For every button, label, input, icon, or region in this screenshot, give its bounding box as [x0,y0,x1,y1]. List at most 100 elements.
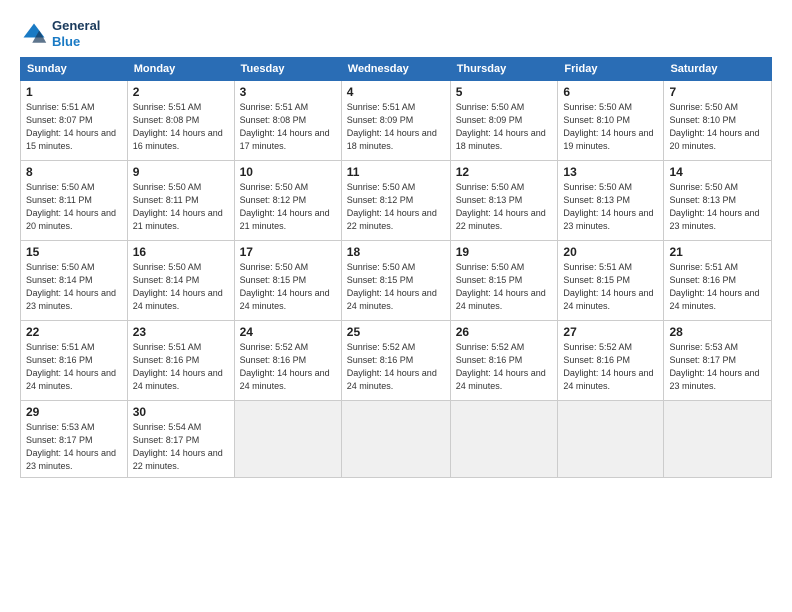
day-info: Sunrise: 5:51 AMSunset: 8:08 PMDaylight:… [240,101,336,153]
day-number: 28 [669,325,766,339]
day-info: Sunrise: 5:50 AMSunset: 8:14 PMDaylight:… [26,261,122,313]
day-number: 23 [133,325,229,339]
day-number: 5 [456,85,553,99]
day-number: 11 [347,165,445,179]
day-number: 25 [347,325,445,339]
table-row: 15 Sunrise: 5:50 AMSunset: 8:14 PMDaylig… [21,241,128,321]
day-number: 20 [563,245,658,259]
table-row: 25 Sunrise: 5:52 AMSunset: 8:16 PMDaylig… [341,321,450,401]
day-number: 15 [26,245,122,259]
table-row: 17 Sunrise: 5:50 AMSunset: 8:15 PMDaylig… [234,241,341,321]
day-number: 9 [133,165,229,179]
header: General Blue [20,18,772,49]
day-info: Sunrise: 5:51 AMSunset: 8:15 PMDaylight:… [563,261,658,313]
day-number: 22 [26,325,122,339]
table-row: 2 Sunrise: 5:51 AMSunset: 8:08 PMDayligh… [127,81,234,161]
day-info: Sunrise: 5:50 AMSunset: 8:13 PMDaylight:… [563,181,658,233]
table-row: 8 Sunrise: 5:50 AMSunset: 8:11 PMDayligh… [21,161,128,241]
table-row [558,401,664,478]
day-number: 12 [456,165,553,179]
day-number: 29 [26,405,122,419]
day-number: 19 [456,245,553,259]
day-number: 6 [563,85,658,99]
day-number: 10 [240,165,336,179]
day-info: Sunrise: 5:52 AMSunset: 8:16 PMDaylight:… [240,341,336,393]
day-number: 16 [133,245,229,259]
day-info: Sunrise: 5:50 AMSunset: 8:13 PMDaylight:… [456,181,553,233]
table-row: 28 Sunrise: 5:53 AMSunset: 8:17 PMDaylig… [664,321,772,401]
day-number: 14 [669,165,766,179]
day-number: 24 [240,325,336,339]
day-info: Sunrise: 5:51 AMSunset: 8:16 PMDaylight:… [26,341,122,393]
day-info: Sunrise: 5:50 AMSunset: 8:11 PMDaylight:… [133,181,229,233]
calendar-week-row: 15 Sunrise: 5:50 AMSunset: 8:14 PMDaylig… [21,241,772,321]
day-number: 27 [563,325,658,339]
table-row: 6 Sunrise: 5:50 AMSunset: 8:10 PMDayligh… [558,81,664,161]
logo-text: General Blue [52,18,100,49]
table-row: 19 Sunrise: 5:50 AMSunset: 8:15 PMDaylig… [450,241,558,321]
table-row: 27 Sunrise: 5:52 AMSunset: 8:16 PMDaylig… [558,321,664,401]
day-info: Sunrise: 5:52 AMSunset: 8:16 PMDaylight:… [347,341,445,393]
day-number: 17 [240,245,336,259]
table-row: 7 Sunrise: 5:50 AMSunset: 8:10 PMDayligh… [664,81,772,161]
logo-icon [20,20,48,48]
day-info: Sunrise: 5:50 AMSunset: 8:14 PMDaylight:… [133,261,229,313]
col-friday: Friday [558,58,664,81]
calendar-header-row: Sunday Monday Tuesday Wednesday Thursday… [21,58,772,81]
day-info: Sunrise: 5:50 AMSunset: 8:12 PMDaylight:… [240,181,336,233]
table-row: 23 Sunrise: 5:51 AMSunset: 8:16 PMDaylig… [127,321,234,401]
table-row: 22 Sunrise: 5:51 AMSunset: 8:16 PMDaylig… [21,321,128,401]
table-row: 24 Sunrise: 5:52 AMSunset: 8:16 PMDaylig… [234,321,341,401]
table-row [664,401,772,478]
day-number: 30 [133,405,229,419]
col-saturday: Saturday [664,58,772,81]
day-info: Sunrise: 5:50 AMSunset: 8:13 PMDaylight:… [669,181,766,233]
day-info: Sunrise: 5:52 AMSunset: 8:16 PMDaylight:… [563,341,658,393]
day-info: Sunrise: 5:50 AMSunset: 8:15 PMDaylight:… [240,261,336,313]
day-info: Sunrise: 5:51 AMSunset: 8:07 PMDaylight:… [26,101,122,153]
table-row: 9 Sunrise: 5:50 AMSunset: 8:11 PMDayligh… [127,161,234,241]
table-row: 5 Sunrise: 5:50 AMSunset: 8:09 PMDayligh… [450,81,558,161]
table-row: 21 Sunrise: 5:51 AMSunset: 8:16 PMDaylig… [664,241,772,321]
table-row: 18 Sunrise: 5:50 AMSunset: 8:15 PMDaylig… [341,241,450,321]
table-row: 29 Sunrise: 5:53 AMSunset: 8:17 PMDaylig… [21,401,128,478]
day-number: 8 [26,165,122,179]
col-tuesday: Tuesday [234,58,341,81]
table-row: 11 Sunrise: 5:50 AMSunset: 8:12 PMDaylig… [341,161,450,241]
logo: General Blue [20,18,100,49]
page: General Blue Sunday Monday Tuesday Wedne… [0,0,792,612]
table-row: 3 Sunrise: 5:51 AMSunset: 8:08 PMDayligh… [234,81,341,161]
col-thursday: Thursday [450,58,558,81]
day-info: Sunrise: 5:53 AMSunset: 8:17 PMDaylight:… [26,421,122,473]
table-row: 12 Sunrise: 5:50 AMSunset: 8:13 PMDaylig… [450,161,558,241]
day-info: Sunrise: 5:50 AMSunset: 8:10 PMDaylight:… [563,101,658,153]
table-row: 14 Sunrise: 5:50 AMSunset: 8:13 PMDaylig… [664,161,772,241]
day-number: 7 [669,85,766,99]
day-number: 21 [669,245,766,259]
col-sunday: Sunday [21,58,128,81]
table-row: 16 Sunrise: 5:50 AMSunset: 8:14 PMDaylig… [127,241,234,321]
day-number: 26 [456,325,553,339]
day-number: 1 [26,85,122,99]
calendar-week-row: 29 Sunrise: 5:53 AMSunset: 8:17 PMDaylig… [21,401,772,478]
table-row: 4 Sunrise: 5:51 AMSunset: 8:09 PMDayligh… [341,81,450,161]
day-info: Sunrise: 5:50 AMSunset: 8:10 PMDaylight:… [669,101,766,153]
day-info: Sunrise: 5:51 AMSunset: 8:09 PMDaylight:… [347,101,445,153]
calendar-week-row: 8 Sunrise: 5:50 AMSunset: 8:11 PMDayligh… [21,161,772,241]
table-row [450,401,558,478]
day-number: 18 [347,245,445,259]
table-row [234,401,341,478]
day-number: 13 [563,165,658,179]
day-info: Sunrise: 5:50 AMSunset: 8:15 PMDaylight:… [456,261,553,313]
day-info: Sunrise: 5:50 AMSunset: 8:15 PMDaylight:… [347,261,445,313]
col-monday: Monday [127,58,234,81]
day-info: Sunrise: 5:51 AMSunset: 8:16 PMDaylight:… [669,261,766,313]
day-info: Sunrise: 5:53 AMSunset: 8:17 PMDaylight:… [669,341,766,393]
table-row: 20 Sunrise: 5:51 AMSunset: 8:15 PMDaylig… [558,241,664,321]
table-row: 13 Sunrise: 5:50 AMSunset: 8:13 PMDaylig… [558,161,664,241]
calendar-week-row: 22 Sunrise: 5:51 AMSunset: 8:16 PMDaylig… [21,321,772,401]
day-info: Sunrise: 5:52 AMSunset: 8:16 PMDaylight:… [456,341,553,393]
day-number: 3 [240,85,336,99]
table-row [341,401,450,478]
table-row: 26 Sunrise: 5:52 AMSunset: 8:16 PMDaylig… [450,321,558,401]
